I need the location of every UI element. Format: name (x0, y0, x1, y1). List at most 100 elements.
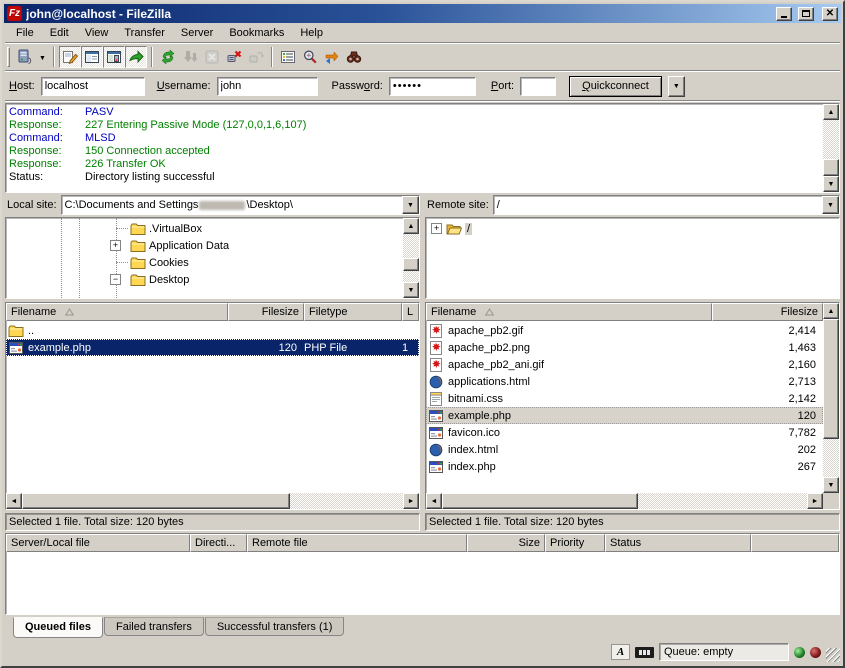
quickconnect-dropdown[interactable]: ▼ (668, 76, 685, 97)
menu-file[interactable]: File (8, 25, 42, 41)
column-header-label: Filename (11, 306, 56, 318)
expand-icon[interactable]: + (431, 223, 442, 234)
menu-view[interactable]: View (77, 25, 117, 41)
toggle-message-log-button[interactable] (59, 46, 81, 68)
tree-item[interactable]: .VirtualBox (6, 220, 403, 237)
column-header-filename[interactable]: Filename (426, 303, 712, 321)
username-label: Username: (157, 80, 211, 92)
file-row[interactable]: example.php120PHP File1 (6, 339, 419, 356)
remote-horizontal-scrollbar[interactable]: ◄ ► (426, 493, 823, 509)
scrollbar-thumb[interactable] (442, 493, 638, 509)
directory-comparison-button[interactable] (299, 46, 321, 68)
quickconnect-button[interactable]: Quickconnect (569, 76, 662, 97)
scroll-down-button[interactable]: ▼ (403, 282, 419, 298)
tab-failed-transfers[interactable]: Failed transfers (104, 617, 204, 636)
tab-successful-transfers-1-[interactable]: Successful transfers (1) (205, 617, 345, 636)
column-header-filesize[interactable]: Filesize (228, 303, 304, 321)
process-queue-button[interactable] (179, 46, 201, 68)
log-line-text: 226 Transfer OK (85, 158, 166, 171)
file-row[interactable]: index.html202 (426, 441, 823, 458)
maximize-button[interactable] (798, 7, 814, 21)
scroll-down-button[interactable]: ▼ (823, 176, 839, 192)
file-row[interactable]: apache_pb2.png1,463 (426, 339, 823, 356)
column-header-label: Filename (431, 306, 476, 318)
filezilla-app-icon[interactable]: Fz (7, 6, 22, 21)
tree-item[interactable]: +/ (426, 220, 839, 237)
tree-item[interactable]: −Desktop (6, 271, 403, 288)
resize-grip[interactable] (826, 648, 840, 662)
column-header-filesize[interactable]: Filesize (712, 303, 823, 321)
tree-item[interactable]: +Application Data (6, 237, 403, 254)
scrollbar-thumb[interactable] (823, 319, 839, 439)
column-header-blank[interactable] (751, 534, 839, 552)
column-header-priority[interactable]: Priority (545, 534, 605, 552)
column-header-status[interactable]: Status (605, 534, 751, 552)
scroll-left-button[interactable]: ◄ (6, 493, 22, 509)
scroll-up-button[interactable]: ▲ (823, 104, 839, 120)
column-header-server-local-file[interactable]: Server/Local file (6, 534, 190, 552)
refresh-button[interactable] (157, 46, 179, 68)
column-header-size[interactable]: Size (467, 534, 545, 552)
directory-filter-button[interactable] (277, 46, 299, 68)
menu-bookmarks[interactable]: Bookmarks (221, 25, 292, 41)
speed-limit-icon[interactable] (635, 647, 654, 658)
site-manager-button[interactable] (14, 46, 36, 68)
column-header-filename[interactable]: Filename (6, 303, 228, 321)
remote-list-scrollbar[interactable]: ▲ ▼ (823, 303, 839, 493)
toggle-remote-tree-button[interactable] (103, 46, 125, 68)
reconnect-button[interactable] (245, 46, 267, 68)
site-manager-dropdown-button[interactable]: ▼ (36, 46, 49, 68)
column-header-l[interactable]: L (402, 303, 419, 321)
remote-combo-dropdown[interactable]: ▼ (822, 196, 839, 214)
tab-queued-files[interactable]: Queued files (13, 617, 103, 638)
host-input[interactable] (41, 77, 145, 96)
password-input[interactable] (389, 77, 476, 96)
column-header-remote-file[interactable]: Remote file (247, 534, 467, 552)
file-row[interactable]: index.php267 (426, 458, 823, 475)
menu-edit[interactable]: Edit (42, 25, 77, 41)
port-input[interactable] (520, 77, 556, 96)
local-combo-dropdown[interactable]: ▼ (402, 196, 419, 214)
file-row[interactable]: apache_pb2_ani.gif2,160 (426, 356, 823, 373)
column-header-directi-[interactable]: Directi... (190, 534, 247, 552)
cancel-operation-button[interactable] (201, 46, 223, 68)
file-row[interactable]: favicon.ico7,782 (426, 424, 823, 441)
close-button[interactable]: ✕ (822, 7, 838, 21)
local-horizontal-scrollbar[interactable]: ◄ ► (6, 493, 419, 509)
toggle-local-tree-button[interactable] (81, 46, 103, 68)
scroll-down-button[interactable]: ▼ (823, 477, 839, 493)
remote-site-combo[interactable]: / ▼ (493, 195, 840, 215)
username-input[interactable] (217, 77, 318, 96)
file-row[interactable]: example.php120 (426, 407, 823, 424)
menu-transfer[interactable]: Transfer (116, 25, 173, 41)
log-scrollbar[interactable]: ▲ ▼ (823, 104, 839, 192)
transfer-type-ascii-icon[interactable]: A (611, 644, 630, 660)
expand-icon[interactable]: + (110, 240, 121, 251)
local-tree-scrollbar[interactable]: ▲ ▼ (403, 218, 419, 298)
menu-help[interactable]: Help (292, 25, 331, 41)
scroll-up-button[interactable]: ▲ (823, 303, 839, 319)
scroll-right-button[interactable]: ► (807, 493, 823, 509)
toolbar-grip[interactable] (7, 47, 10, 67)
file-row[interactable]: .. (6, 322, 419, 339)
scroll-left-button[interactable]: ◄ (426, 493, 442, 509)
scrollbar-thumb[interactable] (823, 159, 839, 176)
scrollbar-thumb[interactable] (22, 493, 290, 509)
column-header-filetype[interactable]: Filetype (304, 303, 402, 321)
file-row[interactable]: bitnami.css2,142 (426, 390, 823, 407)
disconnect-button[interactable] (223, 46, 245, 68)
file-row[interactable]: apache_pb2.gif2,414 (426, 322, 823, 339)
scroll-right-button[interactable]: ► (403, 493, 419, 509)
collapse-icon[interactable]: − (110, 274, 121, 285)
find-files-button[interactable] (343, 46, 365, 68)
tree-item[interactable]: Cookies (6, 254, 403, 271)
synchronized-browsing-button[interactable] (321, 46, 343, 68)
menu-server[interactable]: Server (173, 25, 221, 41)
toggle-transfer-queue-button[interactable] (125, 46, 147, 68)
local-site-combo[interactable]: C:\Documents and Settings\Desktop\ ▼ (61, 195, 420, 215)
scrollbar-thumb[interactable] (403, 258, 419, 271)
minimize-icon (781, 16, 787, 18)
file-row[interactable]: applications.html2,713 (426, 373, 823, 390)
scroll-up-button[interactable]: ▲ (403, 218, 419, 234)
minimize-button[interactable] (776, 7, 792, 21)
